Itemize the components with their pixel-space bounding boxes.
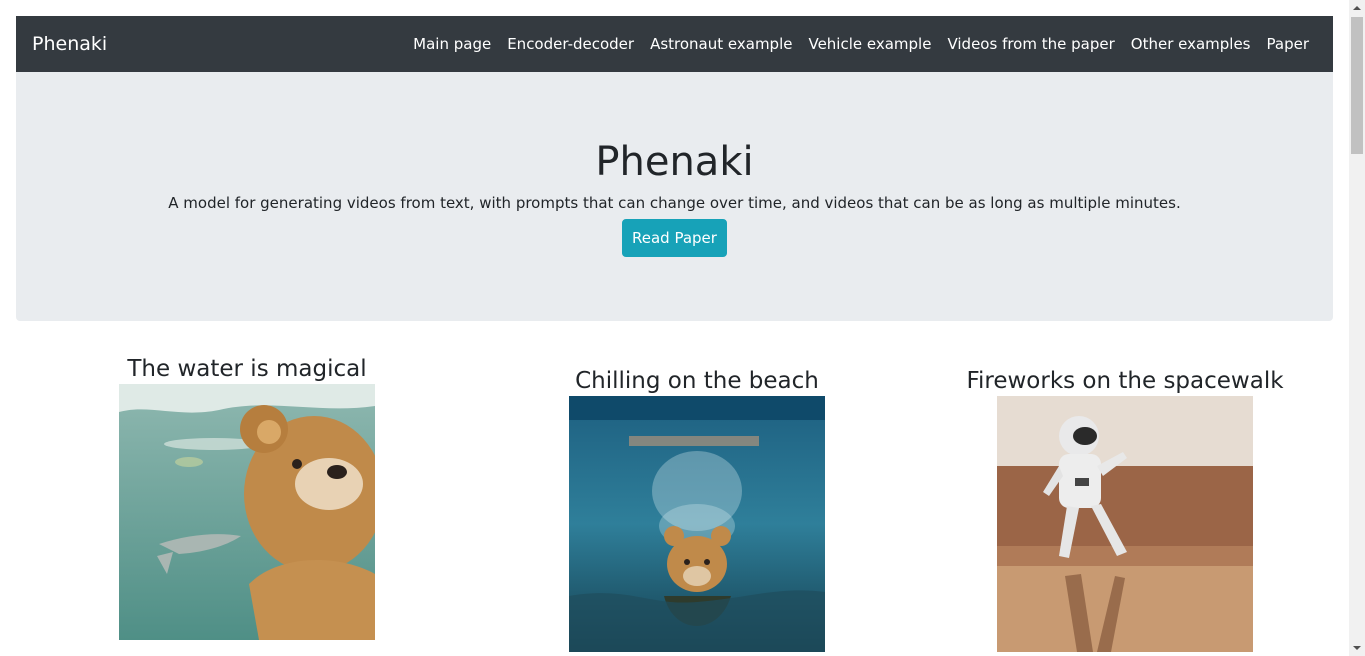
hero-lead: A model for generating videos from text,… — [168, 194, 1181, 212]
nav-link-paper[interactable]: Paper — [1259, 35, 1317, 53]
nav-link-astronaut-example[interactable]: Astronaut example — [642, 35, 800, 53]
scroll-up-arrow-icon[interactable] — [1349, 0, 1365, 16]
example-card-spacewalk: Fireworks on the spacewalk — [966, 366, 1284, 652]
hero-jumbotron: Phenaki A model for generating videos fr… — [16, 72, 1333, 321]
example-caption: The water is magical — [127, 356, 367, 382]
scroll-down-arrow-icon[interactable] — [1349, 640, 1365, 656]
teddy-underwater-image — [119, 384, 375, 640]
nav-link-videos-from-paper[interactable]: Videos from the paper — [939, 35, 1122, 53]
nav-link-other-examples[interactable]: Other examples — [1123, 35, 1259, 53]
nav-links: Main page Encoder-decoder Astronaut exam… — [405, 35, 1317, 53]
nav-link-vehicle-example[interactable]: Vehicle example — [800, 35, 939, 53]
nav-link-encoder-decoder[interactable]: Encoder-decoder — [499, 35, 642, 53]
hero-title: Phenaki — [595, 139, 754, 185]
navbar: Phenaki Main page Encoder-decoder Astron… — [16, 16, 1333, 72]
brand-link[interactable]: Phenaki — [32, 33, 107, 55]
page: Phenaki Main page Encoder-decoder Astron… — [0, 0, 1349, 656]
vertical-scrollbar[interactable] — [1349, 0, 1365, 656]
example-card-water: The water is magical — [119, 354, 375, 640]
example-caption: Chilling on the beach — [575, 368, 819, 394]
read-paper-button[interactable]: Read Paper — [622, 219, 727, 257]
scroll-thumb[interactable] — [1351, 17, 1363, 154]
astronaut-image — [997, 396, 1253, 652]
example-card-beach: Chilling on the beach — [569, 366, 825, 652]
nav-link-main-page[interactable]: Main page — [405, 35, 499, 53]
example-caption: Fireworks on the spacewalk — [966, 368, 1284, 394]
teddy-beach-image — [569, 396, 825, 652]
